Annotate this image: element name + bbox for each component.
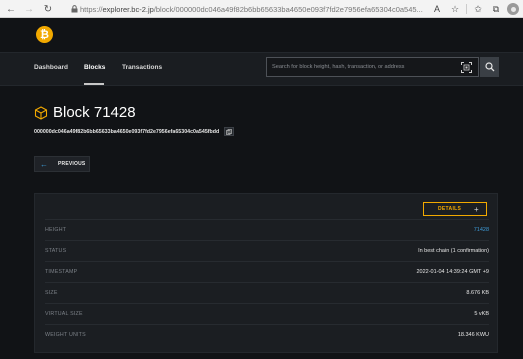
detail-row-virtual-size: VIRTUAL SIZE 5 vKB — [45, 303, 489, 324]
block-hash-row: 000000dc046a49f82b6bb65633ba4650e093f7fd… — [34, 127, 235, 136]
nav-blocks[interactable]: Blocks — [84, 64, 105, 71]
details-label: DETAILS — [438, 206, 462, 212]
detail-row-weight-units: WEIGHT UNITS 18.346 KWU — [45, 324, 489, 345]
collections-icon[interactable]: ⧉ — [489, 2, 503, 16]
reload-icon[interactable]: ↻ — [40, 1, 56, 17]
block-heading: Block 71428 — [34, 104, 136, 121]
detail-key: VIRTUAL SIZE — [45, 311, 83, 317]
url-text: https://explorer.bc-2.jp/block/000000dc0… — [80, 4, 423, 14]
back-icon[interactable]: ← — [3, 1, 19, 17]
detail-value: 18.346 KWU — [457, 332, 489, 338]
bitcoin-logo-icon[interactable]: ₿ — [36, 26, 53, 43]
block-hash: 000000dc046a49f82b6bb65633ba4650e093f7fd… — [34, 128, 220, 135]
detail-row-height: HEIGHT 71428 — [45, 219, 489, 240]
detail-key: WEIGHT UNITS — [45, 332, 86, 338]
detail-value: 2022-01-04 14:39:24 GMT +9 — [416, 269, 489, 275]
block-details-panel: DETAILS + HEIGHT 71428 STATUS In best ch… — [34, 193, 498, 353]
toolbar-divider — [466, 4, 467, 14]
nav-dashboard[interactable]: Dashboard — [34, 64, 68, 71]
detail-key: HEIGHT — [45, 227, 67, 233]
arrow-left-icon: ← — [40, 159, 48, 169]
page-title: Block 71428 — [53, 104, 136, 121]
forward-icon[interactable]: → — [21, 1, 37, 17]
search-icon — [484, 62, 494, 72]
cube-icon — [34, 105, 48, 120]
detail-key: TIMESTAMP — [45, 269, 78, 275]
copy-icon — [226, 128, 233, 135]
detail-row-size: SIZE 8.676 KB — [45, 282, 489, 303]
detail-value: 8.676 KB — [466, 290, 489, 296]
address-bar[interactable]: https://explorer.bc-2.jp/block/000000dc0… — [68, 2, 428, 16]
search-input[interactable] — [272, 64, 452, 70]
active-tab-indicator — [84, 83, 104, 85]
site-header — [0, 18, 523, 52]
lock-icon — [68, 5, 80, 13]
detail-row-status: STATUS In best chain (1 confirmation) — [45, 240, 489, 261]
copy-button[interactable] — [224, 127, 235, 136]
qr-scan-icon[interactable] — [461, 62, 472, 73]
details-button[interactable]: DETAILS + — [423, 202, 487, 216]
nav-transactions[interactable]: Transactions — [122, 64, 162, 71]
search-box — [266, 57, 479, 77]
browser-toolbar: ← → ↻ https://explorer.bc-2.jp/block/000… — [0, 0, 523, 18]
detail-key: STATUS — [45, 248, 67, 254]
detail-row-timestamp: TIMESTAMP 2022-01-04 14:39:24 GMT +9 — [45, 261, 489, 282]
profile-avatar[interactable] — [507, 3, 519, 15]
favorites-icon[interactable]: ✩ — [471, 2, 485, 16]
height-link[interactable]: 71428 — [474, 227, 489, 233]
favorite-star-icon[interactable]: ☆ — [448, 2, 462, 16]
plus-icon: + — [474, 204, 479, 214]
detail-key: SIZE — [45, 290, 58, 296]
previous-label: PREVIOUS — [58, 161, 86, 167]
search-button[interactable] — [480, 57, 499, 77]
previous-button[interactable]: ← PREVIOUS — [34, 156, 90, 172]
read-aloud-icon[interactable]: A — [430, 2, 444, 16]
detail-value: 5 vKB — [474, 311, 489, 317]
detail-value: In best chain (1 confirmation) — [418, 248, 489, 254]
